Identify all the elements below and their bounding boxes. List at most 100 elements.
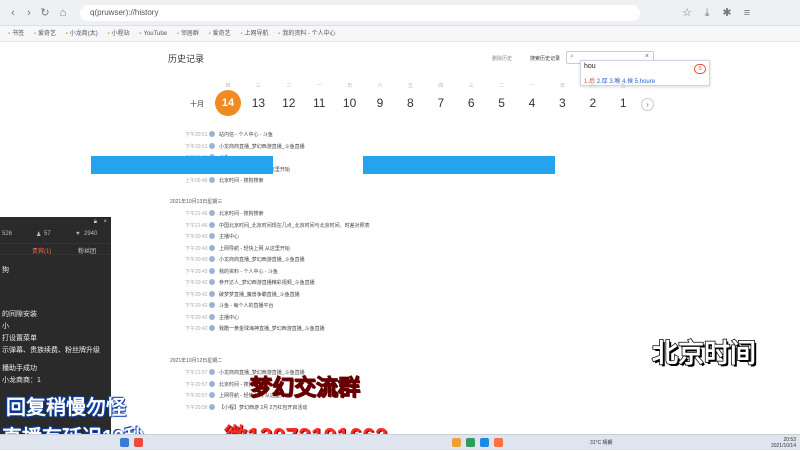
history-row[interactable]: 下午20:51 小龙商商直播_梦幻西游直播_斗鱼直播 (185, 142, 305, 152)
history-title: 北京时间 - 搜狗搜索 (219, 178, 264, 184)
date-month-label[interactable]: 十月 (190, 99, 204, 109)
star-icon[interactable]: ☆ (680, 6, 694, 20)
bookmark-item[interactable]: 爱奇艺 (34, 26, 56, 41)
history-time: 下午20:43 (185, 245, 208, 252)
address-bar[interactable]: q(pruwser)://history (80, 5, 640, 21)
overlay-reply-note: 回复稍慢勿怪 (6, 397, 126, 419)
date-cell[interactable]: 1 (611, 96, 635, 110)
bookmark-item[interactable]: 爱奇艺 (209, 26, 231, 41)
download-icon[interactable]: ⤓ (700, 6, 714, 20)
history-title: 我的资料 - 个人中心 - 斗鱼 (219, 268, 278, 275)
weekday-label: 六 (590, 83, 596, 89)
fan-icon: ♟ (36, 232, 42, 238)
search-icon: ⌕ (570, 53, 574, 60)
close-icon[interactable]: × (645, 53, 649, 60)
history-time: 上午09:46 (185, 178, 208, 184)
bookmark-item[interactable]: 小程站 (107, 26, 130, 41)
history-row[interactable]: 下午20:51 站内信 - 个人中心 - 斗鱼 (185, 131, 273, 140)
bookmark-item[interactable]: 邻居群 (177, 26, 199, 41)
bookmark-item[interactable]: 我的资料 - 个人中心 (278, 26, 335, 41)
bookmark-item[interactable]: YouTube (139, 26, 167, 41)
date-cell[interactable]: 6 (459, 96, 483, 110)
history-time: 下午20:42 (185, 314, 208, 321)
app-icon[interactable] (480, 438, 489, 447)
site-favicon-icon (209, 302, 215, 308)
clock-date: 2021/10/14 (770, 443, 796, 449)
heat-count: 2940 (84, 231, 98, 237)
history-time: 下午20:57 (185, 381, 208, 388)
site-favicon-icon (209, 233, 215, 239)
weekday-label: 六 (377, 83, 383, 89)
ime-candidate[interactable]: 5.houre (635, 79, 655, 85)
history-time: 下午20:42 (185, 280, 208, 286)
history-row[interactable]: 下午21:46 中国北京时间_北京时间现在几点_北京时间与北京时间、时差对照表 (185, 221, 370, 231)
history-row[interactable]: 下午20:42 破梦梦直播_魔兽争霸直播_斗鱼直播 (185, 290, 300, 300)
date-cell[interactable]: 9 (368, 96, 392, 110)
history-row[interactable]: 下午20:43 我的资料 - 个人中心 - 斗鱼 (185, 267, 278, 277)
history-row[interactable]: 下午20:42 主播中心 (185, 313, 239, 323)
date-cell[interactable]: 13 (246, 96, 270, 110)
clear-history-link[interactable]: 删除历史 (492, 55, 512, 62)
menu-icon[interactable]: ≡ (740, 6, 754, 20)
weekday-label: 日 (347, 83, 353, 89)
bookmark-item[interactable]: 小龙商(太) (66, 26, 98, 41)
back-icon[interactable]: ‹ (6, 6, 20, 20)
history-title: 破梦梦直播_魔兽争霸直播_斗鱼直播 (219, 291, 300, 298)
history-title: 站内信 - 个人中心 - 斗鱼 (219, 132, 273, 138)
history-row[interactable]: 下午20:43 上网导航 - 轻快上网 从这里开始 (185, 244, 290, 254)
chat-message: 打设置菜单 (2, 335, 37, 342)
site-favicon-icon (209, 142, 215, 149)
forward-icon[interactable]: › (22, 6, 36, 20)
date-cell[interactable]: 2 (581, 96, 605, 110)
date-cell[interactable]: 3 (550, 96, 574, 110)
history-title: 参开达人_梦幻西游直播精彩视频_斗鱼直播 (219, 280, 315, 286)
tab-vip[interactable]: 贵宾(1) (32, 246, 51, 255)
history-time: 下午21:46 (185, 222, 208, 229)
weekday-label: 一 (529, 83, 535, 89)
history-row[interactable]: 下午20:43 主播中心 (185, 233, 239, 242)
history-row[interactable]: 上午09:46 北京时间 - 搜狗搜索 (185, 177, 263, 186)
system-clock[interactable]: 20:53 2021/10/14 (771, 437, 796, 449)
date-cell[interactable]: 5 (490, 96, 514, 110)
history-row[interactable]: 下午21:46 北京时间 - 搜狗搜索 (185, 210, 263, 219)
close-icon[interactable]: × (103, 219, 107, 225)
history-row[interactable]: 下午20:42 我酷一黄金球海神直播_梦幻西游直播_斗鱼直播 (185, 325, 325, 334)
app-icon[interactable] (494, 438, 503, 447)
weekday-label: 二 (286, 83, 292, 89)
blue-overlay-bar (91, 156, 273, 174)
date-today[interactable]: 14 (215, 90, 241, 116)
weather-status[interactable]: 31°C 晴朗 (590, 439, 613, 446)
chat-message: 播助手成功 (2, 365, 37, 372)
date-cell[interactable]: 10 (338, 96, 362, 110)
home-icon[interactable]: ⌂ (56, 6, 70, 20)
site-favicon-icon (209, 380, 215, 387)
history-row[interactable]: 下午20:43 小龙商商直播_梦幻西游直播_斗鱼直播 (185, 256, 305, 265)
bookmark-item[interactable]: 书签 (8, 26, 24, 41)
app-icon[interactable] (120, 438, 129, 447)
app-icon[interactable] (134, 438, 143, 447)
history-row[interactable]: 下午20:56 【小程】梦幻西游 2月 2万红包开启活动 (185, 403, 307, 413)
site-favicon-icon (209, 177, 215, 183)
tab-fan-club[interactable]: 粉丝团 (78, 246, 96, 255)
history-row[interactable]: 下午20:42 参开达人_梦幻西游直播精彩视频_斗鱼直播 (185, 279, 315, 288)
site-favicon-icon (209, 279, 215, 285)
date-cell[interactable]: 12 (277, 96, 301, 110)
history-time: 下午21:46 (185, 211, 208, 217)
site-favicon-icon (209, 392, 215, 398)
date-cell[interactable]: 4 (520, 96, 544, 110)
lock-icon[interactable]: 🔒︎ (94, 219, 97, 226)
bookmark-item[interactable]: 上网导航 (240, 26, 268, 41)
chevron-right-icon[interactable]: › (641, 98, 654, 111)
app-icon[interactable] (466, 438, 475, 447)
site-favicon-icon (209, 403, 215, 410)
weekday-label: 一 (316, 83, 322, 89)
date-cell[interactable]: 7 (429, 96, 453, 110)
date-cell[interactable]: 8 (398, 96, 422, 110)
app-icon[interactable] (452, 438, 461, 447)
date-cell[interactable]: 11 (307, 96, 331, 110)
extension-icon[interactable]: ✱ (720, 6, 734, 20)
history-time: 下午20:42 (185, 326, 208, 332)
refresh-icon[interactable]: ↻ (38, 6, 52, 20)
history-row[interactable]: 下午20:42 斗鱼 - 每个人的直播平台 (185, 302, 273, 311)
history-time: 下午20:51 (185, 132, 208, 138)
